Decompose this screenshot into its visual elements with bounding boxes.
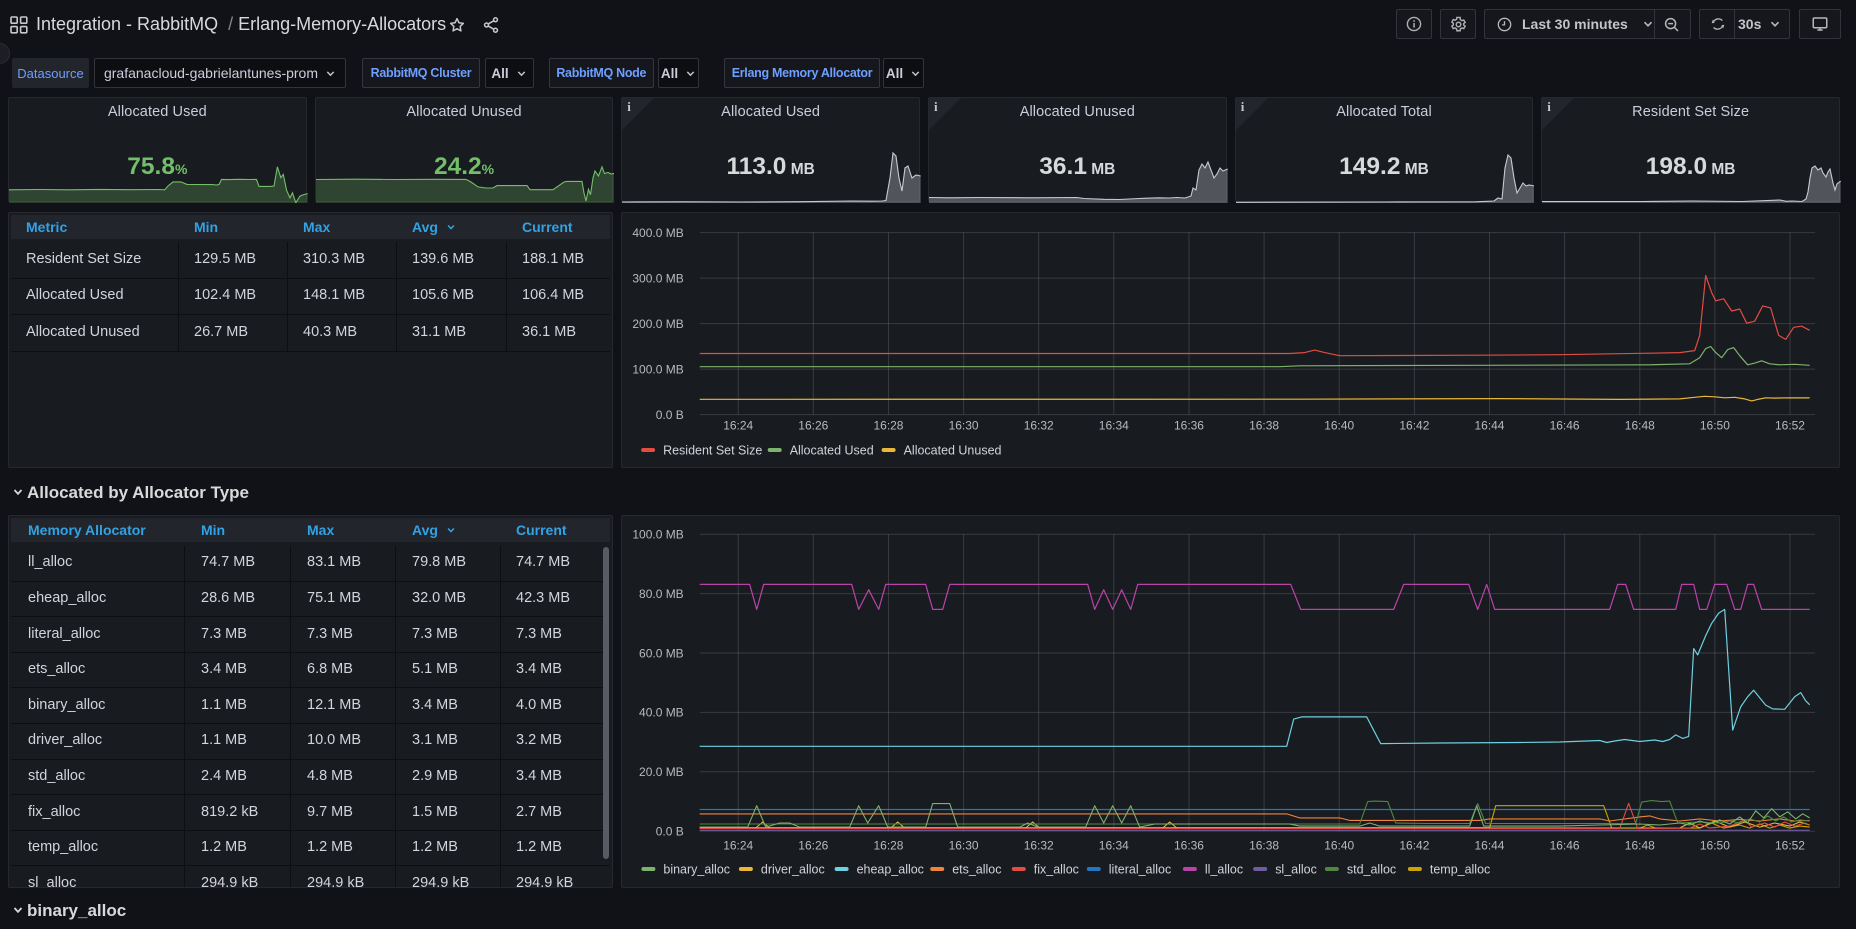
svg-text:16:44: 16:44 <box>1475 838 1505 852</box>
svg-text:16:38: 16:38 <box>1249 418 1279 432</box>
svg-text:16:38: 16:38 <box>1249 838 1279 852</box>
svg-text:100.0 MB: 100.0 MB <box>633 362 684 376</box>
svg-text:16:28: 16:28 <box>874 838 904 852</box>
svg-text:Allocated Unused: Allocated Unused <box>904 443 1002 457</box>
svg-text:16:34: 16:34 <box>1099 418 1129 432</box>
svg-text:16:40: 16:40 <box>1324 418 1354 432</box>
svg-text:16:36: 16:36 <box>1174 418 1204 432</box>
svg-text:16:26: 16:26 <box>799 838 829 852</box>
svg-text:sl_alloc: sl_alloc <box>1275 862 1317 876</box>
svg-text:Resident Set Size: Resident Set Size <box>663 443 762 457</box>
svg-text:16:40: 16:40 <box>1324 838 1354 852</box>
svg-text:16:46: 16:46 <box>1550 418 1580 432</box>
svg-text:16:42: 16:42 <box>1400 418 1430 432</box>
svg-text:literal_alloc: literal_alloc <box>1109 862 1171 876</box>
svg-text:0.0 B: 0.0 B <box>656 824 684 838</box>
svg-text:16:42: 16:42 <box>1400 838 1430 852</box>
svg-text:16:34: 16:34 <box>1099 838 1129 852</box>
svg-text:40.0 MB: 40.0 MB <box>639 706 684 720</box>
svg-text:16:28: 16:28 <box>874 418 904 432</box>
svg-text:std_alloc: std_alloc <box>1347 862 1396 876</box>
svg-text:400.0 MB: 400.0 MB <box>633 226 684 240</box>
svg-text:80.0 MB: 80.0 MB <box>639 587 684 601</box>
svg-text:Allocated Used: Allocated Used <box>790 443 874 457</box>
svg-text:ets_alloc: ets_alloc <box>952 862 1001 876</box>
svg-text:16:48: 16:48 <box>1625 838 1655 852</box>
svg-text:16:24: 16:24 <box>723 418 753 432</box>
svg-text:16:24: 16:24 <box>723 838 753 852</box>
svg-text:100.0 MB: 100.0 MB <box>633 528 684 542</box>
svg-text:16:44: 16:44 <box>1475 418 1505 432</box>
svg-text:16:32: 16:32 <box>1024 838 1054 852</box>
svg-text:300.0 MB: 300.0 MB <box>633 271 684 285</box>
svg-text:eheap_alloc: eheap_alloc <box>857 862 924 876</box>
svg-text:16:50: 16:50 <box>1700 418 1730 432</box>
svg-text:0.0 B: 0.0 B <box>656 408 684 422</box>
svg-text:ll_alloc: ll_alloc <box>1205 862 1243 876</box>
svg-text:16:26: 16:26 <box>799 418 829 432</box>
svg-text:16:46: 16:46 <box>1550 838 1580 852</box>
svg-text:16:30: 16:30 <box>949 838 979 852</box>
svg-text:16:32: 16:32 <box>1024 418 1054 432</box>
svg-text:16:36: 16:36 <box>1174 838 1204 852</box>
svg-text:16:48: 16:48 <box>1625 418 1655 432</box>
svg-text:fix_alloc: fix_alloc <box>1034 862 1079 876</box>
svg-text:16:52: 16:52 <box>1775 838 1805 852</box>
svg-text:16:30: 16:30 <box>949 418 979 432</box>
svg-text:60.0 MB: 60.0 MB <box>639 646 684 660</box>
svg-text:driver_alloc: driver_alloc <box>761 862 825 876</box>
svg-text:16:50: 16:50 <box>1700 838 1730 852</box>
svg-text:16:52: 16:52 <box>1775 418 1805 432</box>
svg-text:temp_alloc: temp_alloc <box>1430 862 1490 876</box>
svg-text:200.0 MB: 200.0 MB <box>633 317 684 331</box>
svg-text:binary_alloc: binary_alloc <box>664 862 731 876</box>
svg-text:20.0 MB: 20.0 MB <box>639 765 684 779</box>
